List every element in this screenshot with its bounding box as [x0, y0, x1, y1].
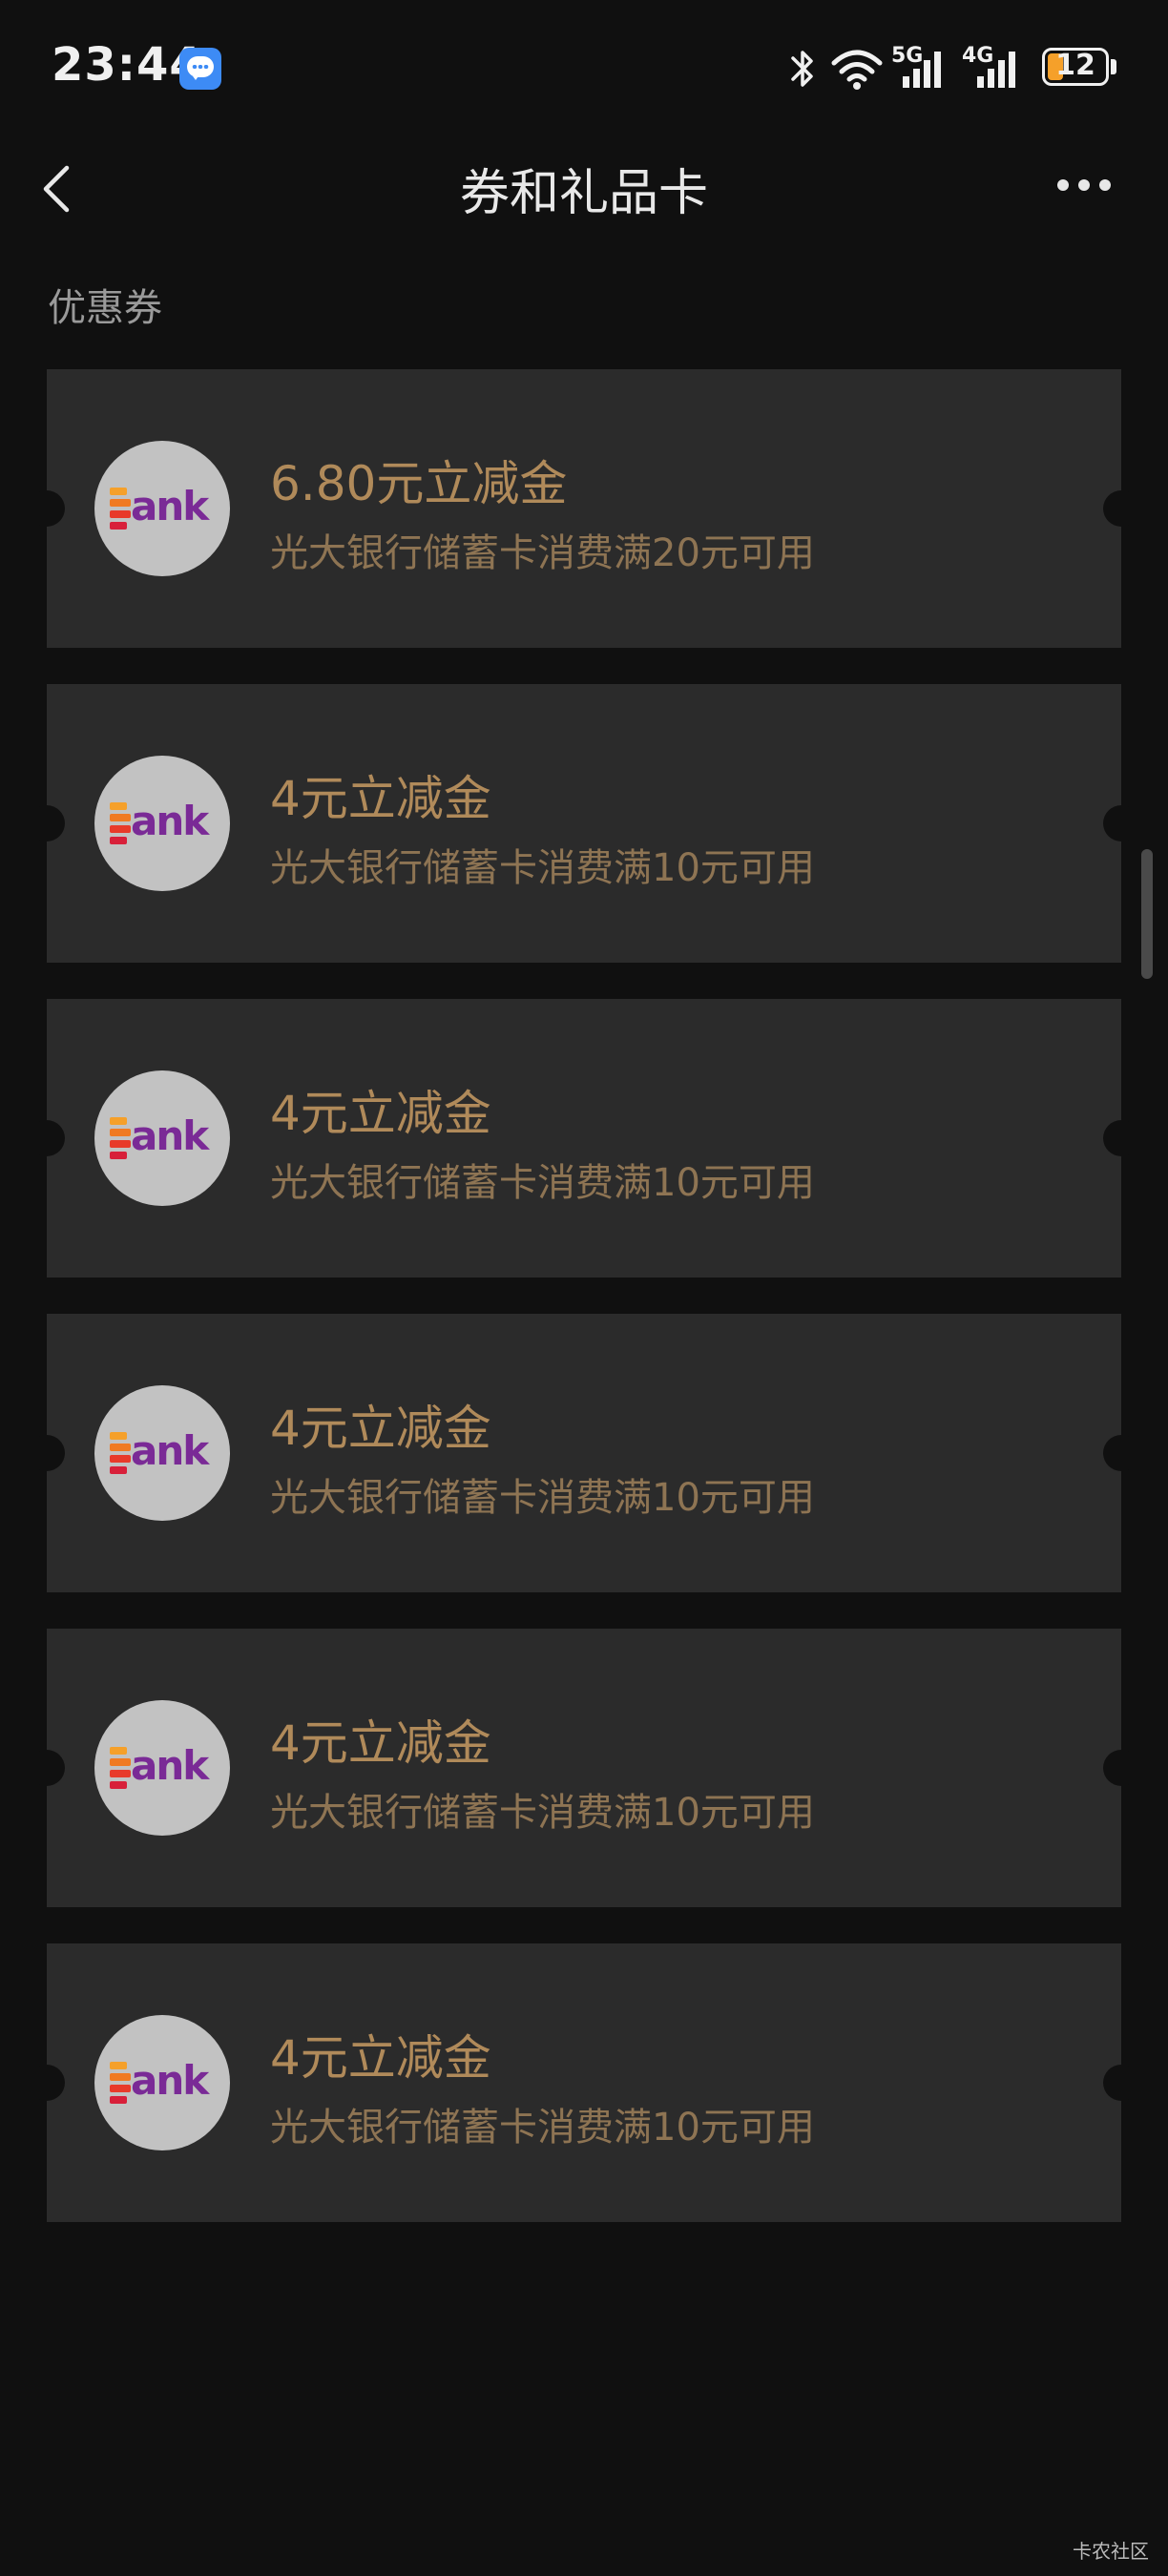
ticket-notch-right: [1103, 1750, 1139, 1786]
coupon-amount: 4元立减金: [270, 771, 491, 826]
coupon-description: 光大银行储蓄卡消费满10元可用: [270, 846, 815, 890]
ticket-notch-left: [29, 490, 65, 527]
bank-logo-text: ank: [131, 798, 209, 844]
battery-icon: 12: [1042, 48, 1109, 86]
ticket-notch-right: [1103, 490, 1139, 527]
coupon-card[interactable]: ank 4元立减金 光大银行储蓄卡消费满10元可用: [29, 684, 1139, 963]
nav-bar: 券和礼品卡: [0, 134, 1168, 239]
ticket-notch-right: [1103, 2065, 1139, 2101]
coupon-card[interactable]: ank 4元立减金 光大银行储蓄卡消费满10元可用: [29, 1314, 1139, 1592]
bank-logo-icon: ank: [94, 1070, 230, 1206]
watermark: 卡农社区: [1073, 2540, 1149, 2563]
battery-level: 12: [1055, 49, 1095, 82]
section-title-coupons: 优惠券: [48, 286, 162, 330]
ticket-notch-right: [1103, 805, 1139, 841]
bank-logo-icon: ank: [94, 1385, 230, 1521]
coupon-list: ank 6.80元立减金 光大银行储蓄卡消费满20元可用 ank 4元立减金 光…: [29, 369, 1139, 2258]
battery-tip: [1111, 59, 1116, 74]
bank-logo-icon: ank: [94, 2015, 230, 2150]
ticket-notch-right: [1103, 1120, 1139, 1156]
coupon-amount: 4元立减金: [270, 2030, 491, 2086]
wifi-icon: [831, 50, 883, 90]
coupon-description: 光大银行储蓄卡消费满10元可用: [270, 2106, 815, 2150]
coupon-description: 光大银行储蓄卡消费满20元可用: [270, 531, 815, 575]
coupon-amount: 4元立减金: [270, 1401, 491, 1456]
coupon-amount: 6.80元立减金: [270, 456, 568, 511]
bank-logo-icon: ank: [94, 756, 230, 891]
ticket-notch-left: [29, 2065, 65, 2101]
signal-4g-icon: [977, 52, 1015, 88]
bank-logo-text: ank: [131, 1742, 209, 1789]
page-title: 券和礼品卡: [459, 165, 708, 222]
bank-logo-text: ank: [131, 1427, 209, 1474]
ticket-notch-left: [29, 1435, 65, 1471]
bank-logo-text: ank: [131, 1112, 209, 1159]
bluetooth-icon: [791, 51, 813, 87]
app-root: 23:44 5G 4G 12 券和礼品卡 优惠券 ank 6.80元立减金 光大…: [0, 0, 1168, 2576]
status-bar: 23:44 5G 4G 12: [0, 0, 1168, 134]
coupon-description: 光大银行储蓄卡消费满10元可用: [270, 1476, 815, 1520]
scrollbar-thumb[interactable]: [1141, 849, 1153, 979]
bank-logo-text: ank: [131, 483, 209, 530]
ticket-notch-left: [29, 1120, 65, 1156]
ticket-notch-left: [29, 805, 65, 841]
coupon-card[interactable]: ank 4元立减金 光大银行储蓄卡消费满10元可用: [29, 1629, 1139, 1907]
coupon-card[interactable]: ank 4元立减金 光大银行储蓄卡消费满10元可用: [29, 999, 1139, 1278]
coupon-amount: 4元立减金: [270, 1086, 491, 1141]
bank-logo-icon: ank: [94, 441, 230, 576]
bank-logo-text: ank: [131, 2057, 209, 2104]
coupon-amount: 4元立减金: [270, 1715, 491, 1771]
coupon-description: 光大银行储蓄卡消费满10元可用: [270, 1791, 815, 1835]
coupon-card[interactable]: ank 4元立减金 光大银行储蓄卡消费满10元可用: [29, 1943, 1139, 2222]
coupon-card[interactable]: ank 6.80元立减金 光大银行储蓄卡消费满20元可用: [29, 369, 1139, 648]
message-notification-icon: [179, 48, 221, 90]
more-options-icon[interactable]: [1057, 179, 1115, 193]
ticket-notch-right: [1103, 1435, 1139, 1471]
signal-5g-icon: [903, 52, 941, 88]
ticket-notch-left: [29, 1750, 65, 1786]
bank-logo-icon: ank: [94, 1700, 230, 1836]
coupon-description: 光大银行储蓄卡消费满10元可用: [270, 1161, 815, 1205]
